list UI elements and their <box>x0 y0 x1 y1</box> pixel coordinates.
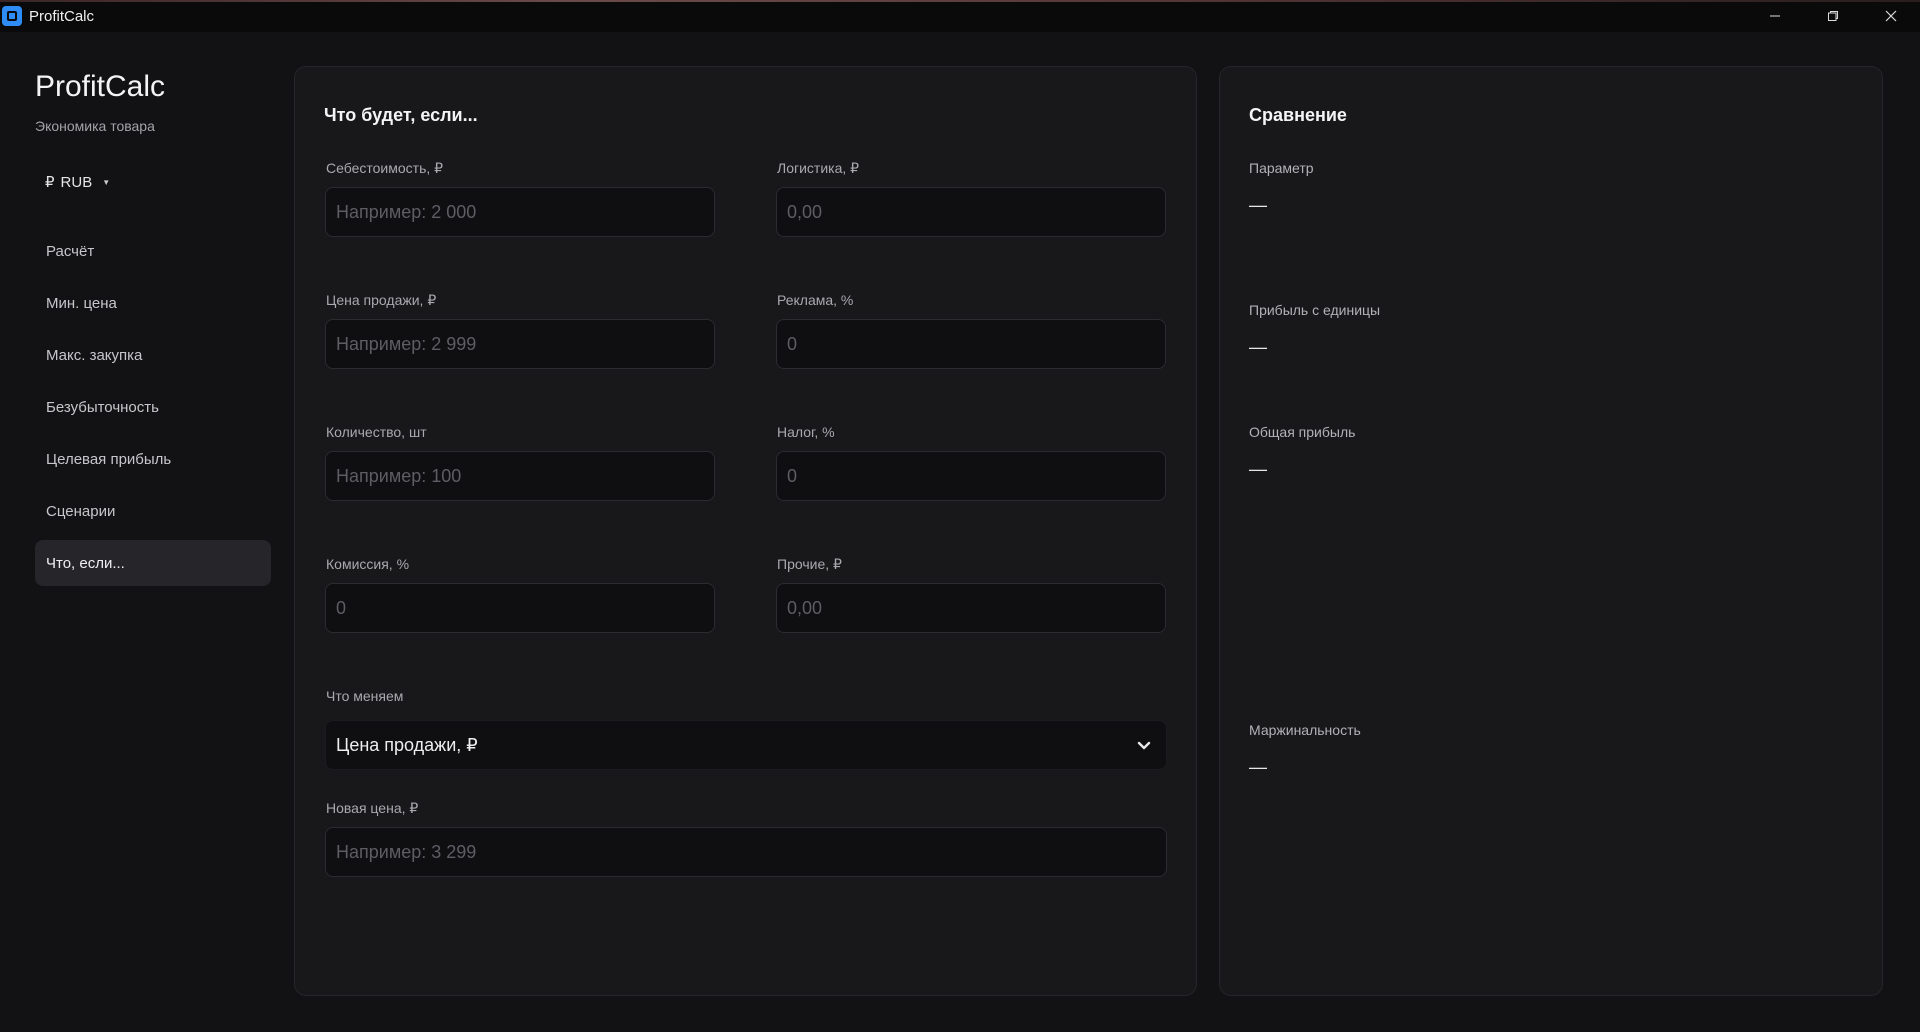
cost-label: Себестоимость, ₽ <box>326 160 444 176</box>
sidebar-item-label: Расчёт <box>46 242 95 260</box>
margin-label: Маржинальность <box>1249 722 1361 738</box>
restore-icon[interactable] <box>1804 0 1862 32</box>
card-title: Что будет, если... <box>324 105 478 125</box>
tax-input[interactable] <box>776 451 1166 501</box>
currency-symbol: ₽ <box>45 174 55 191</box>
ads-label: Реклама, % <box>777 292 854 308</box>
total-profit-value: — <box>1249 459 1267 479</box>
sidebar-item-label: Безубыточность <box>46 398 159 416</box>
commission-input[interactable] <box>325 583 715 633</box>
sidebar-item-label: Макс. закупка <box>46 346 143 364</box>
comparison-title: Сравнение <box>1249 105 1347 125</box>
title-bar: ProfitCalc <box>0 0 1920 32</box>
minimize-icon[interactable] <box>1746 0 1804 32</box>
sidebar-item-calculation[interactable]: Расчёт <box>35 228 271 274</box>
sidebar-item-max-purchase[interactable]: Макс. закупка <box>35 332 271 378</box>
comparison-param-value: — <box>1249 195 1267 215</box>
sidebar-nav: Расчёт Мин. цена Макс. закупка Безубыточ… <box>35 228 271 592</box>
window-title: ProfitCalc <box>29 7 95 25</box>
chevron-down-icon <box>1137 741 1151 750</box>
logistics-label: Логистика, ₽ <box>777 160 860 176</box>
brand-title: ProfitCalc <box>35 70 166 103</box>
margin-value: — <box>1249 757 1267 777</box>
title-bar-accent <box>0 0 1920 2</box>
tax-label: Налог, % <box>777 424 835 440</box>
caret-down-icon: ▼ <box>102 177 111 187</box>
change-param-label: Что меняем <box>326 688 404 704</box>
sidebar-item-min-price[interactable]: Мин. цена <box>35 280 271 326</box>
app-logo-icon <box>2 6 22 26</box>
quantity-input[interactable] <box>325 451 715 501</box>
change-param-select[interactable]: Цена продажи, ₽ <box>325 720 1167 770</box>
cost-input[interactable] <box>325 187 715 237</box>
new-price-input[interactable] <box>325 827 1167 877</box>
sidebar-item-label: Целевая прибыль <box>46 450 172 468</box>
logistics-input[interactable] <box>776 187 1166 237</box>
currency-select[interactable]: ₽ RUB ▼ <box>35 162 120 202</box>
change-param-value: Цена продажи, ₽ <box>336 734 478 755</box>
sidebar-item-label: Мин. цена <box>46 294 117 312</box>
window-controls <box>1746 0 1920 32</box>
price-label: Цена продажи, ₽ <box>326 292 437 308</box>
other-input[interactable] <box>776 583 1166 633</box>
unit-profit-label: Прибыль с единицы <box>1249 302 1381 318</box>
unit-profit-value: — <box>1249 337 1267 357</box>
ads-input[interactable] <box>776 319 1166 369</box>
close-icon[interactable] <box>1862 0 1920 32</box>
new-price-label: Новая цена, ₽ <box>326 800 419 816</box>
comparison-param-label: Параметр <box>1249 160 1314 176</box>
sidebar-item-label: Что, если... <box>46 554 125 572</box>
comparison-card: Сравнение Параметр — Прибыль с единицы —… <box>1219 66 1883 996</box>
sidebar-item-target-profit[interactable]: Целевая прибыль <box>35 436 271 482</box>
sidebar-item-breakeven[interactable]: Безубыточность <box>35 384 271 430</box>
what-if-card: Что будет, если... Себестоимость, ₽ Логи… <box>294 66 1197 996</box>
sidebar-item-what-if[interactable]: Что, если... <box>35 540 271 586</box>
price-input[interactable] <box>325 319 715 369</box>
commission-label: Комиссия, % <box>326 556 410 572</box>
sidebar-item-scenarios[interactable]: Сценарии <box>35 488 271 534</box>
sidebar-item-label: Сценарии <box>46 502 116 520</box>
quantity-label: Количество, шт <box>326 424 427 440</box>
currency-code: RUB <box>60 173 93 191</box>
total-profit-label: Общая прибыль <box>1249 424 1356 440</box>
brand-subtitle: Экономика товара <box>35 118 155 134</box>
sidebar: ProfitCalc Экономика товара ₽ RUB ▼ Расч… <box>0 32 290 1032</box>
other-label: Прочие, ₽ <box>777 556 842 572</box>
